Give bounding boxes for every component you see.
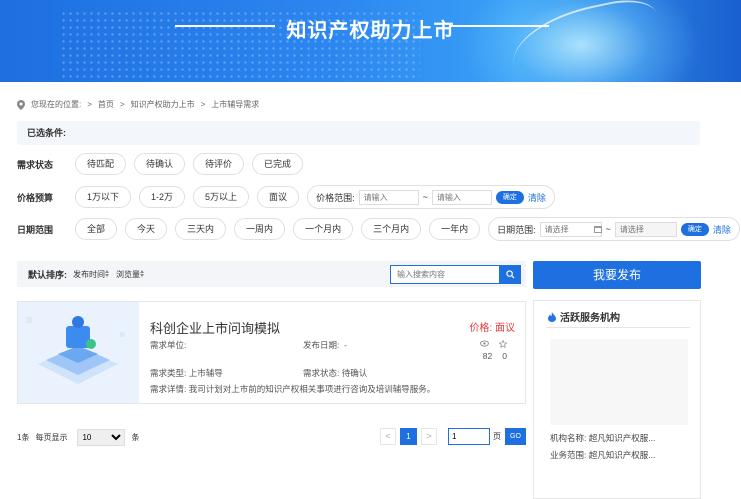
status-option-pending-review[interactable]: 待评价 [193,153,245,175]
card-unit-label: 需求单位: [150,340,187,350]
breadcrumb-ip-listing[interactable]: 知识产权助力上市 [131,99,195,110]
budget-option-over-50k[interactable]: 5万以上 [193,186,250,208]
date-range-label: 日期范围: [497,224,536,235]
search-box [390,265,521,284]
date-range-tilde: ~ [605,224,611,234]
date-range-group: 日期范围: ~ 确定 清除 [488,217,740,241]
active-orgs-title: 活跃服务机构 [560,313,620,324]
budget-option-under-10k[interactable]: 1万以下 [75,186,132,208]
active-orgs-header: 活跃服务机构 [548,309,620,324]
per-page-select[interactable]: 10 [77,428,126,446]
price-range-label: 价格范围: [316,192,355,203]
breadcrumb-sep: > [87,100,92,109]
card-price: 价格: 面议 [469,323,515,334]
favorite-count: 0 [502,351,507,361]
filter-row-date: 日期范围 全部 今天 三天内 一周内 一个月内 三个月内 一年内 日期范围: ~… [17,217,740,241]
breadcrumb: 您现在的位置: > 首页 > 知识产权助力上市 > 上市辅导需求 [17,99,259,110]
budget-option-10k-20k[interactable]: 1-2万 [139,186,186,208]
search-icon [506,270,515,279]
total-count: 1条 [17,432,30,442]
date-clear-link[interactable]: 清除 [713,223,731,236]
sort-by-date-label: 发布时间 [73,269,105,279]
per-page-unit: 条 [131,432,140,442]
banner-title: 知识产权助力上市 [286,20,455,42]
org-logo-placeholder[interactable] [550,339,688,425]
active-orgs-divider [546,327,690,328]
status-option-pending-match[interactable]: 待匹配 [75,153,127,175]
prev-page-button[interactable]: < [380,428,396,445]
breadcrumb-sep: > [200,100,206,109]
sort-label: 默认排序: [28,269,67,280]
star-icon [499,340,507,348]
date-confirm-button[interactable]: 确定 [680,222,709,236]
active-orgs-panel: 活跃服务机构 机构名称: 超凡知识产权服... 业务范围: 超凡知识产权服... [533,300,701,499]
date-option-3-days[interactable]: 三天内 [175,218,227,240]
calendar-icon [593,225,602,233]
status-option-completed[interactable]: 已完成 [252,153,304,175]
publish-button[interactable]: 我要发布 [533,261,701,289]
budget-option-negotiable[interactable]: 面议 [257,186,300,208]
user-document-illustration [26,316,125,384]
filter-row-budget: 价格预算 1万以下 1-2万 5万以上 面议 价格范围: ~ 确定 清除 [17,185,555,209]
price-confirm-button[interactable]: 确定 [495,190,524,204]
price-clear-link[interactable]: 清除 [528,191,546,204]
card-detail: 需求详情: 我司计划对上市前的知识产权相关事项进行咨询及培训辅导服务。 [150,384,436,394]
card-illustration [18,302,139,403]
status-option-pending-confirm[interactable]: 待确认 [134,153,186,175]
demand-card[interactable]: 科创企业上市问询模拟 价格: 面议 需求单位: 发布日期: - 82 0 需求类… [17,301,526,404]
date-option-all[interactable]: 全部 [75,218,118,240]
page-unit-label: 页 [493,432,501,441]
filter-row-status: 需求状态 待匹配 待确认 待评价 已完成 [17,153,304,175]
breadcrumb-current: 上市辅导需求 [211,100,260,109]
card-date-label: 发布日期: - [303,339,347,351]
date-option-1-month[interactable]: 一个月内 [293,218,354,240]
breadcrumb-sep: > [119,100,125,109]
location-pin-icon [17,99,25,110]
date-start-input[interactable] [539,221,602,237]
breadcrumb-prefix: 您现在的位置: [31,100,82,109]
card-date-value: - [344,340,347,350]
price-range-group: 价格范围: ~ 确定 清除 [307,185,555,209]
sort-arrows-icon [140,270,145,278]
page-banner: 知识产权助力上市 [0,0,741,82]
card-stats: 82 0 [480,340,507,361]
sort-by-views-label: 浏览量 [116,269,140,279]
price-max-input[interactable] [431,189,492,205]
breadcrumb-home[interactable]: 首页 [98,99,114,110]
date-option-1-week[interactable]: 一周内 [234,218,286,240]
filter-label-budget: 价格预算 [17,192,54,203]
card-status: 需求状态: 待确认 [303,368,368,378]
price-min-input[interactable] [358,189,419,205]
next-page-button[interactable]: > [421,428,437,445]
sort-by-views[interactable]: 浏览量 [116,269,145,280]
price-range-tilde: ~ [422,192,428,202]
card-title[interactable]: 科创企业上市问询模拟 [150,318,280,337]
date-option-1-year[interactable]: 一年内 [429,218,481,240]
goto-page-input[interactable] [448,428,490,445]
eye-icon [480,340,489,347]
filter-label-date: 日期范围 [17,224,54,235]
sort-arrows-icon [105,270,110,278]
org-scope: 业务范围: 超凡知识产权服... [550,450,656,460]
date-option-3-months[interactable]: 三个月内 [361,218,422,240]
goto-page-button[interactable]: GO [505,428,526,445]
card-type: 需求类型: 上市辅导 [150,368,223,378]
selected-conditions-bar: 已选条件: [17,121,700,145]
filter-label-status: 需求状态 [17,159,54,170]
sort-by-date[interactable]: 发布时间 [73,269,110,280]
card-date-label-text: 发布日期: [303,340,340,350]
date-option-today[interactable]: 今天 [125,218,168,240]
per-page-label: 每页显示 [35,432,68,442]
search-button[interactable] [500,265,521,284]
org-name[interactable]: 机构名称: 超凡知识产权服... [550,432,655,444]
search-input[interactable] [390,265,500,284]
date-end-input[interactable] [614,221,677,237]
flame-icon [548,311,556,322]
view-count: 82 [482,351,493,361]
page-1-button[interactable]: 1 [400,428,417,445]
